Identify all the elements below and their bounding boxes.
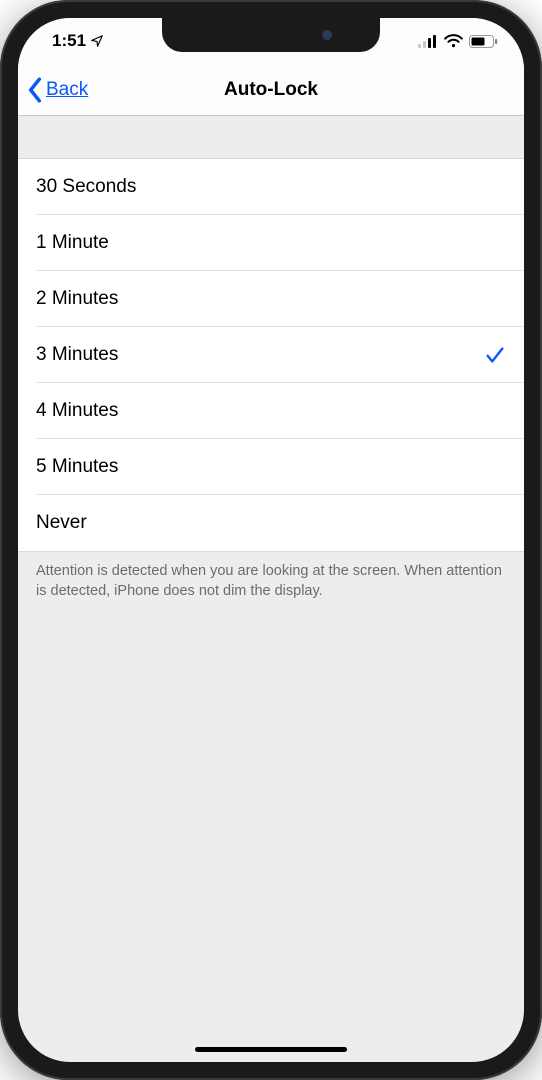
page-title: Auto-Lock xyxy=(224,79,318,101)
option-label: 5 Minutes xyxy=(36,456,118,478)
screen: 1:51 xyxy=(18,18,524,1062)
option-row[interactable]: 5 Minutes xyxy=(18,439,524,495)
status-left: 1:51 xyxy=(52,31,104,51)
notch xyxy=(162,18,380,52)
device-frame: 1:51 xyxy=(0,0,542,1080)
front-camera xyxy=(322,30,332,40)
chevron-left-icon xyxy=(26,77,44,103)
options-list: 30 Seconds 1 Minute 2 Minutes 3 Minutes 4 Mi… xyxy=(18,158,524,552)
option-label: 3 Minutes xyxy=(36,344,118,366)
option-label: 30 Seconds xyxy=(36,176,136,198)
checkmark-icon xyxy=(484,344,506,366)
wifi-icon xyxy=(444,34,463,48)
back-button[interactable]: Back xyxy=(18,64,88,115)
option-label: 1 Minute xyxy=(36,232,109,254)
group-spacer xyxy=(18,116,524,158)
option-row[interactable]: 3 Minutes xyxy=(18,327,524,383)
option-row[interactable]: 1 Minute xyxy=(18,215,524,271)
footer-text: Attention is detected when you are looki… xyxy=(18,552,524,601)
option-label: Never xyxy=(36,512,87,534)
option-row[interactable]: Never xyxy=(18,495,524,551)
option-row[interactable]: 30 Seconds xyxy=(18,159,524,215)
nav-bar: Back Auto-Lock xyxy=(18,64,524,116)
status-right xyxy=(418,34,498,48)
cellular-icon xyxy=(418,35,438,48)
option-row[interactable]: 2 Minutes xyxy=(18,271,524,327)
option-label: 2 Minutes xyxy=(36,288,118,310)
option-row[interactable]: 4 Minutes xyxy=(18,383,524,439)
battery-icon xyxy=(469,35,498,48)
home-indicator[interactable] xyxy=(195,1047,347,1052)
back-label: Back xyxy=(46,79,88,101)
option-label: 4 Minutes xyxy=(36,400,118,422)
location-icon xyxy=(90,34,104,48)
status-time: 1:51 xyxy=(52,31,86,51)
